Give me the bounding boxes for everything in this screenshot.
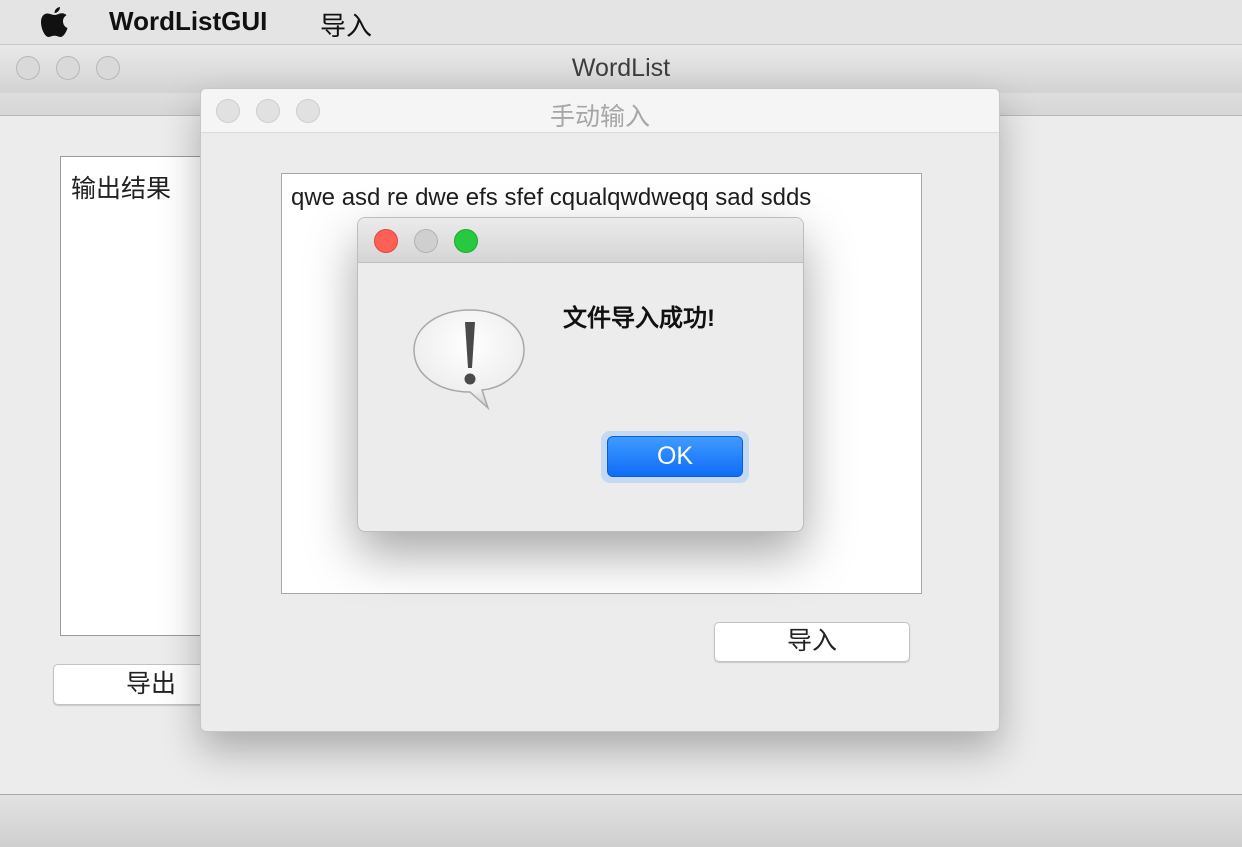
alert-dialog: 文件导入成功! OK	[357, 217, 804, 532]
input-window-title: 手动输入	[549, 103, 650, 131]
input-text-content: qwe asd re dwe efs sfef cqualqwdweqq sad…	[291, 184, 812, 211]
window-title: WordList	[571, 54, 671, 82]
main-title-bar: WordList	[0, 45, 1242, 94]
menu-import[interactable]: 导入	[320, 6, 372, 43]
alert-minimize-button	[414, 229, 438, 253]
alert-close-button[interactable]	[374, 229, 398, 253]
alert-zoom-button[interactable]	[454, 229, 478, 253]
input-title-bar: 手动输入	[201, 89, 999, 133]
import-button[interactable]: 导入	[714, 622, 910, 662]
apple-icon[interactable]	[40, 5, 70, 39]
bottom-bar	[0, 794, 1242, 847]
alert-title-bar	[358, 218, 803, 263]
output-label: 输出结果	[71, 175, 172, 203]
menu-bar: WordListGUI 导入	[0, 0, 1242, 45]
output-text-area[interactable]: 输出结果	[60, 156, 220, 636]
alert-message: 文件导入成功!	[563, 305, 715, 332]
menu-app-name[interactable]: WordListGUI	[109, 6, 267, 37]
warning-bubble-icon	[413, 309, 525, 411]
ok-button[interactable]: OK	[607, 436, 743, 477]
